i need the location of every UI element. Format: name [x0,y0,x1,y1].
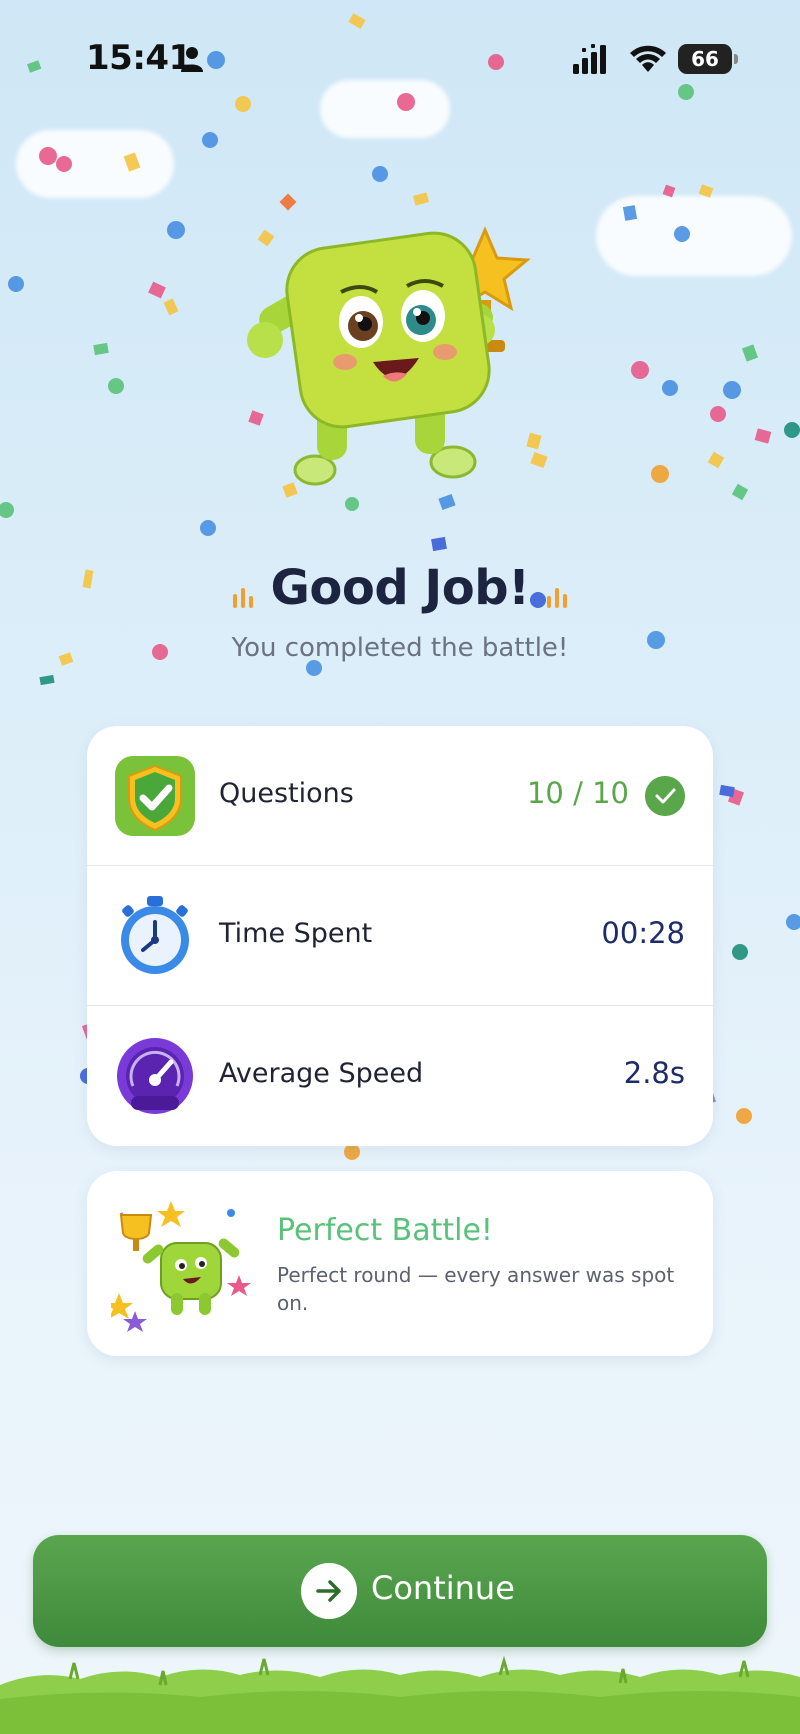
page-subtitle: You completed the battle! [231,633,569,663]
result-headline: Good Job! [0,560,800,616]
speedometer-icon [117,1038,193,1114]
stat-value: 00:28 [601,916,685,950]
grass-decoration [0,1655,800,1734]
stat-row-average-speed: Average Speed 2.8s [87,1006,713,1146]
trophy-mascot-icon [111,1201,251,1332]
stat-row-questions: Questions 10 / 10 [87,726,713,866]
shield-check-icon [115,756,195,836]
stopwatch-icon [121,896,189,974]
stat-value: 2.8s [623,1056,685,1090]
check-icon [645,776,685,816]
stats-card: Questions 10 / 10 Time Spent 00:28 Avera… [87,726,713,1146]
mascot-illustration [247,226,531,486]
stat-label: Average Speed [219,1058,424,1089]
continue-button-label: Continue [371,1569,515,1607]
sparkle-left-icon [233,587,254,608]
cloud [16,130,174,198]
stat-label: Time Spent [219,918,373,949]
achievement-title: Perfect Battle! [277,1213,493,1248]
sparkle-right-icon [546,587,567,608]
person-icon [181,47,203,72]
achievement-description: Perfect round — every answer was spot on… [277,1263,675,1315]
page-title: Good Job! [270,560,530,616]
battery-indicator: 66 [678,44,738,74]
arrow-right-icon [301,1563,357,1619]
stat-row-time-spent: Time Spent 00:28 [87,866,713,1006]
cloud [596,196,792,276]
status-time: 15:41 [86,38,192,78]
continue-button[interactable]: Continue [33,1535,767,1647]
wifi-icon [630,45,666,72]
cloud [320,80,450,138]
signal-icon [573,44,606,74]
stat-label: Questions [219,778,354,809]
achievement-card: Perfect Battle! Perfect round — every an… [87,1171,713,1356]
stat-value: 10 / 10 [526,776,629,810]
